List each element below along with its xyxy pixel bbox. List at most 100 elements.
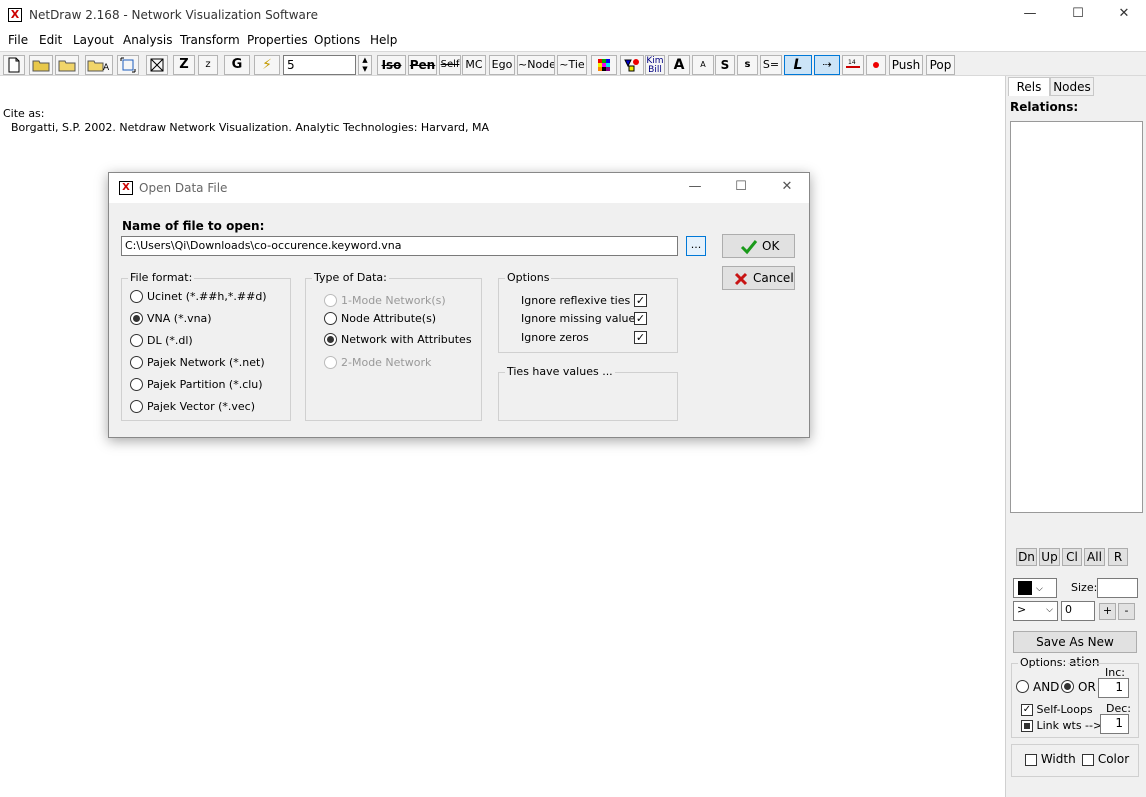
type-one-mode[interactable]: 1-Mode Network(s): [324, 293, 446, 310]
menu-edit[interactable]: Edit: [39, 33, 62, 47]
save-as-new-relation-button[interactable]: Save As New Relation: [1013, 631, 1137, 669]
color-checkbox[interactable]: [1082, 753, 1094, 766]
format-pajek-partition[interactable]: Pajek Partition (*.clu): [130, 377, 263, 394]
file-name-input[interactable]: C:\Users\Qi\Downloads\co-occurence.keywo…: [121, 236, 678, 256]
and-option[interactable]: AND: [1016, 680, 1059, 694]
zoom-out-button[interactable]: z: [198, 55, 218, 75]
self-button[interactable]: Self: [439, 55, 461, 75]
format-pajek-partition-radio[interactable]: [130, 377, 143, 391]
minus-button[interactable]: -: [1118, 603, 1135, 620]
number-input[interactable]: 0: [1061, 601, 1095, 621]
menu-transform[interactable]: Transform: [180, 33, 240, 47]
toolbar-spinner[interactable]: ▲ ▼: [358, 55, 372, 75]
labels-toggle-button[interactable]: L: [784, 55, 812, 75]
tie-button[interactable]: ~Tie: [557, 55, 587, 75]
arrows-toggle-button[interactable]: ⇢: [814, 55, 840, 75]
type-one-mode-radio[interactable]: [324, 293, 337, 307]
inc-input[interactable]: 1: [1098, 678, 1129, 698]
relations-list[interactable]: [1010, 121, 1143, 513]
type-node-attributes[interactable]: Node Attribute(s): [324, 311, 436, 328]
push-button[interactable]: Push: [889, 55, 923, 75]
browse-button[interactable]: ...: [686, 236, 706, 256]
format-pajek-vector-radio[interactable]: [130, 399, 143, 413]
format-pajek-network-radio[interactable]: [130, 355, 143, 369]
width-option[interactable]: Width: [1025, 752, 1076, 766]
lightning-button[interactable]: ⚡: [254, 55, 280, 75]
new-file-button[interactable]: [3, 55, 25, 75]
r-button[interactable]: R: [1108, 548, 1128, 566]
toolbar-value-input[interactable]: 5: [283, 55, 356, 75]
color-option[interactable]: Color: [1082, 752, 1129, 766]
and-radio[interactable]: [1016, 680, 1029, 693]
clear-button[interactable]: Cl: [1062, 548, 1082, 566]
dialog-minimize-button[interactable]: —: [685, 179, 705, 197]
type-node-attributes-radio[interactable]: [324, 311, 337, 325]
layout-button[interactable]: [146, 55, 168, 75]
color-grid-button[interactable]: [591, 55, 617, 75]
shape-button[interactable]: [620, 55, 644, 75]
size-smaller-button[interactable]: s: [737, 55, 758, 75]
type-network-with-attributes-radio[interactable]: [324, 332, 337, 346]
menu-properties[interactable]: Properties: [247, 33, 308, 47]
dialog-maximize-button[interactable]: ☐: [731, 179, 751, 197]
self-loops-option[interactable]: ✓ Self-Loops: [1021, 703, 1093, 716]
width-checkbox[interactable]: [1025, 753, 1037, 766]
mc-button[interactable]: MC: [462, 55, 486, 75]
arrow-select[interactable]: > ⌵: [1013, 601, 1058, 621]
menu-options[interactable]: Options: [314, 33, 360, 47]
cancel-button[interactable]: Cancel: [722, 266, 795, 290]
type-two-mode[interactable]: 2-Mode Network: [324, 355, 431, 372]
down-button[interactable]: Dn: [1016, 548, 1037, 566]
font-larger-button[interactable]: A: [668, 55, 690, 75]
menu-help[interactable]: Help: [370, 33, 397, 47]
type-two-mode-radio[interactable]: [324, 355, 337, 369]
menu-layout[interactable]: Layout: [73, 33, 114, 47]
ignore-reflexive-checkbox[interactable]: ✓: [634, 294, 647, 307]
resize-button[interactable]: [117, 55, 139, 75]
color-select[interactable]: ⌵: [1013, 578, 1057, 598]
format-vna[interactable]: VNA (*.vna): [130, 311, 212, 328]
iso-button[interactable]: Iso: [377, 55, 406, 75]
node-dot-button[interactable]: [866, 55, 886, 75]
format-ucinet[interactable]: Ucinet (*.##h,*.##d): [130, 289, 267, 306]
dialog-close-button[interactable]: ✕: [777, 179, 797, 197]
line-weight-button[interactable]: 14: [842, 55, 864, 75]
or-option[interactable]: OR: [1061, 680, 1096, 694]
pop-button[interactable]: Pop: [926, 55, 955, 75]
kim-bill-button[interactable]: Kim Bill: [645, 55, 665, 75]
all-button[interactable]: All: [1084, 548, 1105, 566]
open-attribute-button[interactable]: A: [85, 55, 113, 75]
font-smaller-button[interactable]: A: [692, 55, 714, 75]
open-folder-button[interactable]: [55, 55, 79, 75]
g-button[interactable]: G: [224, 55, 250, 75]
ignore-missing-checkbox[interactable]: ✓: [634, 312, 647, 325]
dec-input[interactable]: 1: [1100, 714, 1129, 734]
menu-file[interactable]: File: [8, 33, 28, 47]
type-network-with-attributes[interactable]: Network with Attributes: [324, 332, 472, 349]
tab-rels[interactable]: Rels: [1008, 77, 1050, 96]
zoom-in-button[interactable]: Z: [173, 55, 195, 75]
ignore-zeros-checkbox[interactable]: ✓: [634, 331, 647, 344]
close-button[interactable]: ✕: [1114, 6, 1134, 24]
ok-button[interactable]: OK: [722, 234, 795, 258]
format-ucinet-radio[interactable]: [130, 289, 143, 303]
ego-button[interactable]: Ego: [489, 55, 515, 75]
open-file-button[interactable]: [29, 55, 53, 75]
menu-analysis[interactable]: Analysis: [123, 33, 172, 47]
format-dl[interactable]: DL (*.dl): [130, 333, 193, 350]
format-pajek-network[interactable]: Pajek Network (*.net): [130, 355, 265, 372]
size-equal-button[interactable]: S=: [760, 55, 782, 75]
maximize-button[interactable]: ☐: [1068, 6, 1088, 24]
up-button[interactable]: Up: [1039, 548, 1060, 566]
self-loops-checkbox[interactable]: ✓: [1021, 704, 1033, 716]
plus-button[interactable]: +: [1099, 603, 1116, 620]
size-input[interactable]: [1097, 578, 1138, 598]
link-wts-checkbox[interactable]: [1021, 720, 1033, 732]
format-vna-radio[interactable]: [130, 311, 143, 325]
format-pajek-vector[interactable]: Pajek Vector (*.vec): [130, 399, 255, 416]
tab-nodes[interactable]: Nodes: [1050, 77, 1094, 96]
minimize-button[interactable]: —: [1020, 6, 1040, 24]
or-radio[interactable]: [1061, 680, 1074, 693]
pen-button[interactable]: Pen: [408, 55, 437, 75]
node-button[interactable]: ~Node: [517, 55, 555, 75]
